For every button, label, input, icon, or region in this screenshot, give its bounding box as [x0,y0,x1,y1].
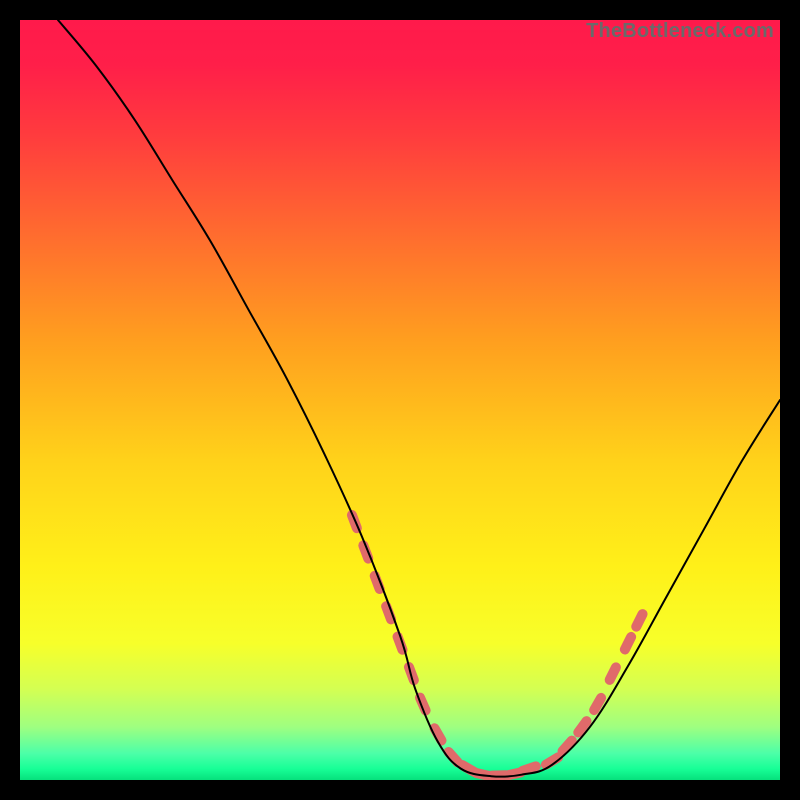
dot-segment [625,637,631,650]
dotted-overlay [352,515,643,776]
dot-segment [636,614,642,627]
dot-segment [610,667,616,680]
dot-segment [594,698,601,710]
dot-segment [578,721,586,732]
curve-layer [20,20,780,780]
watermark-text: TheBottleneck.com [586,20,774,43]
main-curve [58,20,780,777]
plot-area: TheBottleneck.com [20,20,780,780]
chart-frame: TheBottleneck.com [0,0,800,800]
dot-segment [523,766,536,771]
